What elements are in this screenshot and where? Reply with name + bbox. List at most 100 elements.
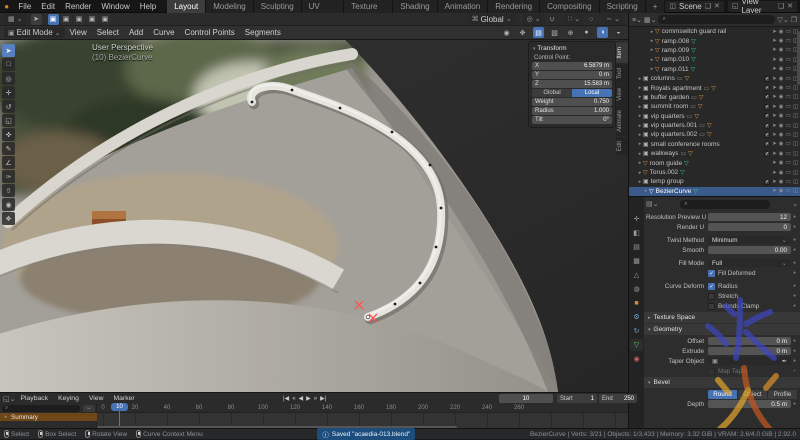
disable-render-camera-icon[interactable]: ◫ [793,179,798,185]
collection-checkbox[interactable]: ✓ [764,123,770,129]
frame-start-field[interactable]: Start1 [557,394,597,403]
workspace-tab-texture-paint[interactable]: Texture Paint [344,0,393,13]
collection-checkbox[interactable]: ✓ [764,76,770,82]
selectability-icon[interactable]: ➤ [772,57,777,63]
selectability-icon[interactable]: ➤ [772,188,777,194]
hide-eye-icon[interactable]: ◉ [779,38,784,44]
disable-viewport-icon[interactable]: ▭ [786,170,791,176]
timeline-menu-marker[interactable]: Marker [108,395,139,402]
select-mode-intersect-icon[interactable]: ▣ [100,14,111,25]
properties-tab-scene[interactable]: △ [630,269,643,281]
properties-options-icon[interactable]: ⌄ [792,200,798,208]
n-panel-tab-item[interactable]: Item [616,43,628,63]
transform-panel-title[interactable]: ▾ Transform [532,44,612,54]
outliner-row-room-guide[interactable]: ▸▽room guide▽➤◉▭◫ [629,158,800,167]
disable-viewport-icon[interactable]: ▭ [786,29,791,35]
panel-header-texture-space[interactable]: ▸Texture Space [644,312,800,323]
tool-transform[interactable]: ✜ [2,128,15,141]
hide-eye-icon[interactable]: ◉ [779,85,784,91]
n-panel-tab-animate[interactable]: Animate [616,106,628,136]
workspace-tab-animation[interactable]: Animation [438,0,489,13]
disable-render-camera-icon[interactable]: ◫ [793,132,798,138]
timeline-editor-icon[interactable]: ◱⌄ [3,395,15,403]
n-panel-tab-view[interactable]: View [616,84,628,105]
animate-dot-icon[interactable]: ● [791,338,798,344]
properties-display-icon[interactable]: ▤⌄ [646,200,658,208]
new-collection-icon[interactable]: ❐ [791,16,797,24]
panel-header-bevel[interactable]: ▾Bevel [644,377,800,388]
viewport-menu-control-points[interactable]: Control Points [180,28,240,37]
workspace-tab-modeling[interactable]: Modeling [206,0,253,13]
tool-draw[interactable]: ✑ [2,170,15,183]
tool-select-box[interactable]: □ [2,58,15,71]
disable-render-camera-icon[interactable]: ◫ [793,104,798,110]
animate-dot-icon[interactable]: ● [791,303,798,309]
disable-viewport-icon[interactable]: ▭ [786,104,791,110]
outliner-row-commswitch-guard-rail[interactable]: ▸▽commswitch guard rail➤◉▭◫ [629,27,800,36]
select-mode-extend-icon[interactable]: ▣ [61,14,72,25]
play-button[interactable]: ▶ [306,395,311,402]
viewport-menu-segments[interactable]: Segments [240,28,286,37]
selectability-icon[interactable]: ➤ [772,132,777,138]
hide-eye-icon[interactable]: ◉ [779,179,784,185]
animate-dot-icon[interactable]: ● [791,224,798,230]
selectability-icon[interactable]: ➤ [772,38,777,44]
disable-viewport-icon[interactable]: ▭ [786,47,791,53]
hide-eye-icon[interactable]: ◉ [779,113,784,119]
panel-header-geometry[interactable]: ▾Geometry [644,324,800,335]
outliner-row-ramp-009[interactable]: ▸▽ramp.009▽➤◉▭◫ [629,46,800,55]
hide-eye-icon[interactable]: ◉ [779,160,784,166]
radius-checkbox[interactable]: ✓ [708,283,715,290]
selectability-icon[interactable]: ➤ [772,76,777,82]
collection-checkbox[interactable]: ✓ [764,132,770,138]
jump-start-button[interactable]: |◀ [283,395,289,402]
playhead-frame-label[interactable]: 10 [111,403,128,411]
disable-viewport-icon[interactable]: ▭ [786,123,791,129]
shading-solid-icon[interactable]: ● [581,27,592,38]
tool-move[interactable]: ✛ [2,86,15,99]
properties-search-input[interactable]: ⌕ [680,200,770,209]
selectability-icon[interactable]: ➤ [772,141,777,147]
properties-tab-output[interactable]: ▤ [630,241,643,253]
disable-render-camera-icon[interactable]: ◫ [793,188,798,194]
menu-edit[interactable]: Edit [36,0,60,13]
render-u-field[interactable]: 0 [708,223,791,231]
fill-mode-dropdown[interactable]: Full⌄ [708,259,791,267]
snap-settings-dropdown[interactable]: ∷⌄ [564,14,584,25]
tilt-field[interactable]: Tilt0° [532,116,612,124]
outliner-search-input[interactable]: ⌕ [658,15,775,24]
pivot-point-dropdown[interactable]: ◎⌄ [523,14,545,25]
editor-type-selector[interactable]: ▦⌄ [4,14,27,25]
selectability-icon[interactable]: ➤ [772,94,777,100]
stretch-checkbox[interactable] [708,293,715,300]
mode-dropdown[interactable]: ▣ Edit Mode ⌄ [4,27,65,38]
disable-viewport-icon[interactable]: ▭ [786,188,791,194]
tool-extrude[interactable]: ⇧ [2,184,15,197]
tool-annotate[interactable]: ✎ [2,142,15,155]
viewport-menu-curve[interactable]: Curve [148,28,179,37]
transform-y-field[interactable]: Y0 m [532,71,612,79]
menu-file[interactable]: File [13,0,36,13]
snap-magnet-icon[interactable]: ∪ [548,15,557,23]
disable-viewport-icon[interactable]: ▭ [786,85,791,91]
properties-tab-tool[interactable]: ✛ [630,213,643,225]
jump-end-button[interactable]: ▶| [320,395,326,402]
hide-eye-icon[interactable]: ◉ [779,47,784,53]
animate-dot-icon[interactable]: ● [791,348,798,354]
outliner-row-small-conference-rooms[interactable]: ▸▣small conference rooms✓➤◉▭◫ [629,140,800,149]
hide-eye-icon[interactable]: ◉ [779,57,784,63]
space-toggle-local[interactable]: Local [572,89,612,97]
collection-checkbox[interactable]: ✓ [764,141,770,147]
outliner-row-walkways[interactable]: ▸▣walkways▭▽✓➤◉▭◫ [629,149,800,158]
outliner-row-ramp-011[interactable]: ▸▽ramp.011▽➤◉▭◫ [629,65,800,74]
collection-checkbox[interactable]: ✓ [764,151,770,157]
proportional-editing-icon[interactable]: ○ [587,16,595,23]
workspace-tab-shading[interactable]: Shading [393,0,437,13]
outliner-row-vip-quarters-002[interactable]: ▸▣vip quarters.002▭▽✓➤◉▭◫ [629,130,800,139]
outliner-row-ramp-008[interactable]: ▸▽ramp.008▽➤◉▭◫ [629,36,800,45]
hide-eye-icon[interactable]: ◉ [779,123,784,129]
selectability-icon[interactable]: ➤ [772,66,777,72]
bounds-clamp-checkbox[interactable] [708,303,715,310]
hide-eye-icon[interactable]: ◉ [779,76,784,82]
resolution-preview-u-field[interactable]: 12 [708,213,791,221]
